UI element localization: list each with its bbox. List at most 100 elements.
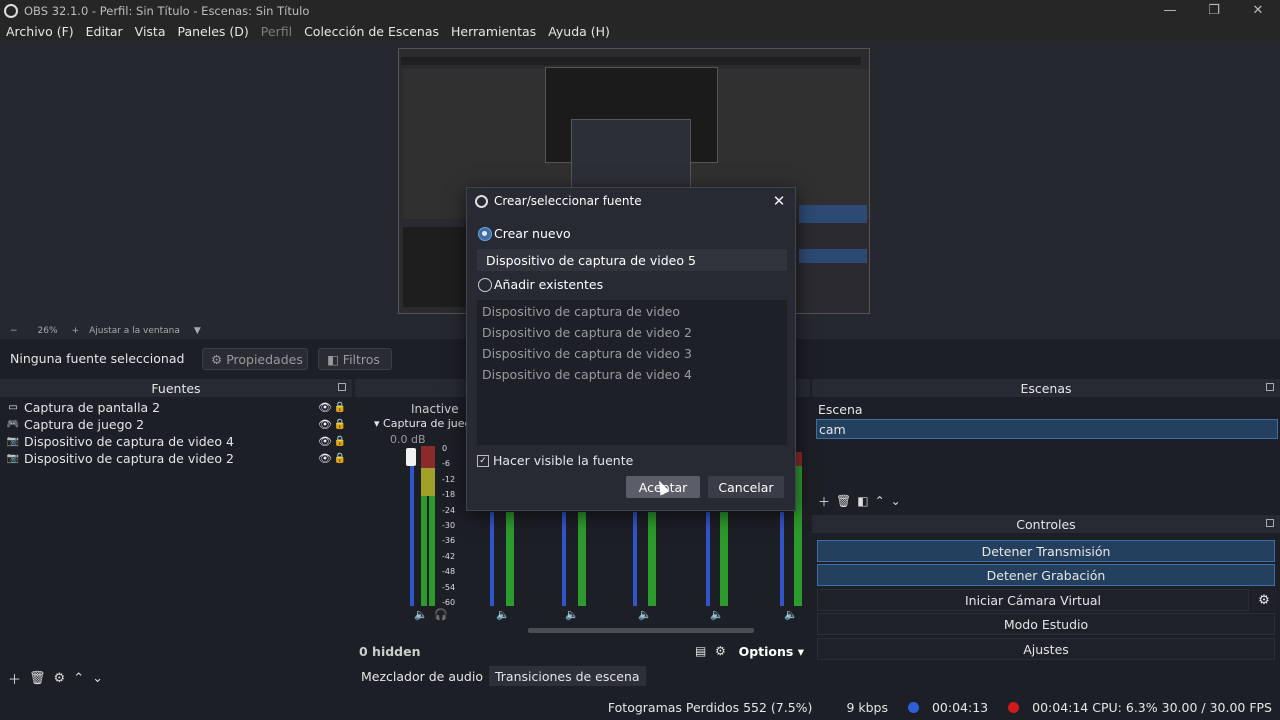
- source-row[interactable]: 🎮 Captura de juego 2 👁 🔒: [6, 416, 350, 433]
- existing-source-item[interactable]: Dispositivo de captura de video 2: [482, 325, 692, 340]
- volume-slider-track[interactable]: [633, 512, 637, 606]
- lock-icon[interactable]: 🔒: [334, 453, 346, 464]
- monitor-icon: ▭: [8, 402, 18, 413]
- volume-slider-track[interactable]: [706, 512, 710, 606]
- menu-editar[interactable]: Editar: [86, 24, 123, 39]
- options-button[interactable]: Options ▾: [739, 644, 804, 659]
- properties-button[interactable]: ⚙ Propiedades: [202, 348, 308, 370]
- create-new-radio[interactable]: Crear nuevo: [478, 226, 571, 241]
- close-button[interactable]: ✕: [1236, 0, 1280, 21]
- dropped-frames: Fotogramas Perdidos 552 (7.5%): [607, 699, 813, 715]
- add-existing-radio[interactable]: Añadir existentes: [478, 277, 603, 292]
- stop-stream-button[interactable]: Detener Transmisión: [817, 540, 1275, 562]
- lock-icon[interactable]: 🔒: [334, 419, 346, 430]
- fit-window-button[interactable]: Ajustar a la ventana: [89, 326, 180, 336]
- volume-slider-track[interactable]: [562, 512, 566, 606]
- menu-perfil: Perfil: [260, 23, 293, 39]
- float-dock-icon[interactable]: [338, 383, 346, 391]
- mixer-db: 0.0 dB: [390, 433, 426, 446]
- radio-unselected-icon: [478, 277, 492, 292]
- float-dock-icon[interactable]: [1266, 383, 1274, 391]
- level-meter: [720, 512, 728, 606]
- hidden-count[interactable]: 0 hidden: [359, 644, 421, 659]
- volume-slider-handle[interactable]: [406, 448, 416, 466]
- meter-scale-tick: -6: [442, 459, 450, 469]
- menu-coleccion-escenas[interactable]: Colección de Escenas: [304, 24, 439, 39]
- visibility-icon[interactable]: 👁: [318, 401, 332, 414]
- filter-icon: ◧: [327, 351, 343, 367]
- mute-icon[interactable]: 🔈: [414, 608, 428, 621]
- menu-ayuda[interactable]: Ayuda (H): [548, 24, 610, 39]
- visibility-icon[interactable]: 👁: [318, 418, 332, 431]
- controls-title: Controles: [1016, 516, 1076, 532]
- close-icon[interactable]: ✕: [769, 191, 789, 211]
- source-label: Dispositivo de captura de video 2: [24, 451, 234, 466]
- add-source-icon[interactable]: ＋: [8, 669, 21, 688]
- fps: 30.00 / 30.00 FPS: [1161, 699, 1272, 715]
- volume-slider-track[interactable]: [780, 512, 784, 606]
- cancel-button[interactable]: Cancelar: [708, 476, 784, 498]
- layout-icon[interactable]: ▤: [695, 644, 706, 658]
- settings-button[interactable]: Ajustes: [817, 638, 1275, 660]
- mixer-track-name: ▾ Captura de juego: [374, 417, 479, 430]
- mute-icon[interactable]: 🔈: [496, 608, 510, 621]
- remove-scene-icon[interactable]: 🗑: [836, 494, 851, 508]
- source-row[interactable]: ▭ Captura de pantalla 2 👁 🔒: [6, 399, 350, 416]
- menu-vista[interactable]: Vista: [135, 24, 166, 39]
- sources-list: ▭ Captura de pantalla 2 👁 🔒 🎮 Captura de…: [0, 397, 352, 667]
- no-source-selected-label: Ninguna fuente seleccionad: [10, 351, 185, 366]
- mute-icon[interactable]: 🔈: [565, 608, 579, 621]
- existing-source-item[interactable]: Dispositivo de captura de video: [482, 304, 680, 319]
- zoom-dropdown-icon[interactable]: ▼: [194, 326, 201, 336]
- move-down-icon[interactable]: ⌄: [891, 494, 901, 508]
- add-existing-label: Añadir existentes: [494, 277, 604, 292]
- volume-slider-track[interactable]: [490, 512, 494, 606]
- zoom-out-button[interactable]: −: [10, 326, 18, 336]
- level-meter: [506, 512, 514, 606]
- volume-slider-track[interactable]: [410, 466, 414, 606]
- mute-icon[interactable]: 🔈: [784, 608, 798, 621]
- make-visible-checkbox[interactable]: ✓ Hacer visible la fuente: [477, 453, 633, 468]
- window-title: OBS 32.1.0 - Perfil: Sin Título - Escena…: [24, 3, 310, 18]
- visibility-icon[interactable]: 👁: [318, 435, 332, 448]
- tab-audio-mixer[interactable]: Mezclador de audio: [355, 666, 489, 686]
- menu-herramientas[interactable]: Herramientas: [451, 24, 536, 39]
- stop-recording-button[interactable]: Detener Grabación: [817, 564, 1275, 586]
- source-row[interactable]: 📷 Dispositivo de captura de video 2 👁 🔒: [6, 450, 350, 467]
- lock-icon[interactable]: 🔒: [334, 436, 346, 447]
- mute-icon[interactable]: 🔈: [638, 608, 652, 621]
- scene-item[interactable]: Escena: [816, 399, 1278, 419]
- mixer-scrollbar[interactable]: [528, 628, 754, 633]
- minimize-button[interactable]: —: [1148, 0, 1192, 21]
- source-row[interactable]: 📷 Dispositivo de captura de video 4 👁 🔒: [6, 433, 350, 450]
- scenes-title: Escenas: [1020, 380, 1072, 396]
- scene-filter-icon[interactable]: ◧: [857, 494, 868, 508]
- start-virtual-camera-button[interactable]: Iniciar Cámara Virtual: [817, 589, 1249, 611]
- move-up-icon[interactable]: ⌃: [875, 494, 885, 508]
- camera-icon: 📷: [6, 436, 20, 447]
- visibility-icon[interactable]: 👁: [318, 452, 332, 465]
- menu-archivo[interactable]: Archivo (F): [6, 24, 74, 39]
- mute-icon[interactable]: 🔈: [710, 608, 724, 621]
- source-settings-icon[interactable]: ⚙: [54, 671, 66, 686]
- studio-mode-button[interactable]: Modo Estudio: [817, 613, 1275, 635]
- menu-paneles[interactable]: Paneles (D): [178, 24, 249, 39]
- headphones-icon[interactable]: 🎧: [434, 608, 448, 621]
- mixer-settings-icon[interactable]: ⚙: [715, 644, 726, 658]
- remove-source-icon[interactable]: 🗑: [29, 671, 46, 686]
- move-down-icon[interactable]: ⌄: [92, 671, 103, 686]
- scene-item[interactable]: cam: [816, 419, 1278, 439]
- filters-button[interactable]: ◧ Filtros: [318, 348, 392, 370]
- float-dock-icon[interactable]: [1266, 519, 1274, 527]
- existing-source-item[interactable]: Dispositivo de captura de video 4: [482, 367, 692, 382]
- zoom-in-button[interactable]: +: [72, 326, 80, 336]
- lock-icon[interactable]: 🔒: [334, 402, 346, 413]
- camera-icon: 📷: [6, 453, 20, 464]
- existing-source-item[interactable]: Dispositivo de captura de video 3: [482, 346, 692, 361]
- add-scene-icon[interactable]: ＋: [818, 493, 830, 510]
- new-source-name-input[interactable]: [477, 249, 787, 271]
- maximize-button[interactable]: ❐: [1192, 0, 1236, 21]
- virtual-camera-settings-icon[interactable]: ⚙: [1252, 589, 1276, 611]
- move-up-icon[interactable]: ⌃: [73, 671, 84, 686]
- tab-scene-transitions[interactable]: Transiciones de escena: [488, 666, 646, 686]
